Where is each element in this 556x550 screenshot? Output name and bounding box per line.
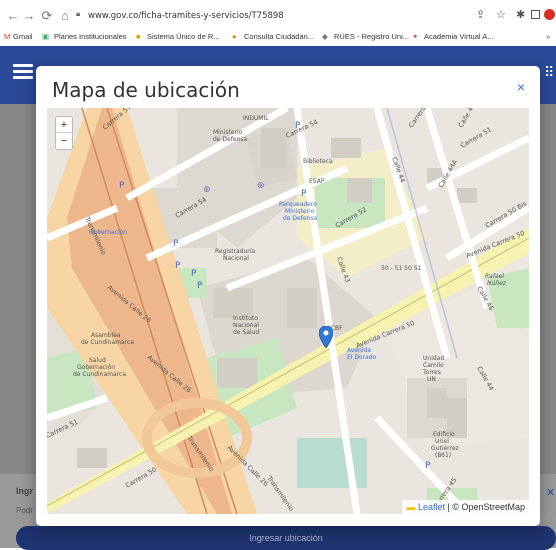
svg-text:Salud: Salud — [89, 357, 106, 364]
svg-text:(861): (861) — [435, 452, 451, 459]
gmail-icon: M — [4, 32, 11, 41]
svg-text:Gobernación: Gobernación — [89, 229, 127, 236]
address-bar[interactable]: www.gov.co/ficha-tramites-y-servicios/T7… — [88, 11, 284, 21]
field-label: Ingr — [16, 486, 33, 496]
svg-text:Camilo: Camilo — [423, 362, 444, 369]
svg-text:Rafael: Rafael — [485, 273, 504, 280]
forward-icon[interactable]: → — [22, 9, 36, 23]
svg-text:Edificio: Edificio — [433, 431, 455, 438]
svg-text:Ministerio: Ministerio — [213, 129, 243, 136]
star-icon[interactable]: ☆ — [496, 8, 506, 21]
svg-text:Registraduría: Registraduría — [215, 248, 255, 255]
browser-toolbar: ← → ⟳ ⌂ 🔒︎ www.gov.co/ficha-tramites-y-s… — [0, 0, 556, 34]
submit-location-button[interactable]: Ingresar ubicación — [16, 526, 556, 550]
leaflet-link[interactable]: Leaflet — [418, 502, 445, 512]
map-attribution: ▬ Leaflet | © OpenStreetMap — [402, 500, 529, 514]
reload-icon[interactable]: ⟳ — [40, 9, 54, 23]
bookmark-academia[interactable]: Academia Virtual A... — [424, 32, 493, 41]
svg-text:P: P — [175, 261, 181, 271]
bookmark-consulta[interactable]: Consulta Ciudadan... — [244, 32, 314, 41]
svg-text:P: P — [301, 189, 307, 199]
zoom-in-button[interactable]: + — [56, 117, 72, 133]
svg-text:Nacional: Nacional — [223, 255, 249, 262]
sidebar-icon[interactable] — [531, 10, 540, 19]
svg-text:Torres: Torres — [422, 369, 441, 376]
svg-text:⊕: ⊕ — [257, 181, 265, 191]
bookmark-icon: ◆ — [322, 32, 328, 41]
svg-text:P: P — [173, 239, 179, 249]
svg-text:Instituto: Instituto — [233, 315, 258, 322]
close-icon[interactable]: × — [517, 79, 525, 95]
svg-text:Parqueadero: Parqueadero — [279, 201, 317, 208]
svg-text:Uriel: Uriel — [435, 438, 449, 445]
field-hint: Podr — [16, 506, 33, 515]
modal-title: Mapa de ubicación — [52, 78, 240, 102]
bookmarks-bar: M Gmail ▣ Planes Institucionales ■ Siste… — [0, 30, 556, 46]
svg-text:UN: UN — [427, 376, 436, 383]
svg-text:de Cundinamarca: de Cundinamarca — [73, 371, 126, 378]
svg-text:de Defensa: de Defensa — [213, 136, 247, 143]
svg-text:Biblioteca: Biblioteca — [303, 158, 333, 165]
svg-text:⊕: ⊕ — [203, 185, 211, 195]
more-bookmarks-icon[interactable]: » — [546, 32, 550, 41]
svg-text:de Defensa: de Defensa — [283, 215, 317, 222]
extensions-icon[interactable]: ✱ — [516, 8, 525, 21]
close-icon[interactable]: ✕ — [546, 486, 555, 499]
profile-avatar[interactable] — [544, 9, 555, 20]
zoom-out-button[interactable]: − — [56, 133, 72, 149]
apps-grid-icon[interactable]: ⠿ — [544, 64, 554, 81]
svg-text:50 - 51 50 51: 50 - 51 50 51 — [381, 265, 422, 272]
svg-text:Asamblea: Asamblea — [91, 332, 121, 339]
svg-text:P: P — [191, 269, 197, 279]
svg-text:El Dorado: El Dorado — [347, 354, 377, 361]
svg-text:Núñez: Núñez — [487, 280, 507, 287]
bookmark-icon: ✦ — [412, 32, 419, 41]
svg-text:P: P — [425, 461, 431, 471]
bookmark-icon: ● — [232, 32, 237, 41]
svg-text:Nacional: Nacional — [233, 322, 259, 329]
svg-text:Unidad: Unidad — [423, 355, 444, 362]
svg-text:P: P — [119, 181, 125, 191]
bookmark-gmail[interactable]: Gmail — [13, 32, 33, 41]
svg-text:Gobernación: Gobernación — [77, 364, 115, 371]
map-view[interactable]: + − Carrera 57 Carrera 54 Carrera 54 Car… — [47, 108, 529, 514]
svg-text:INDUMIL: INDUMIL — [243, 115, 269, 122]
osm-attribution[interactable]: | © OpenStreetMap — [447, 502, 525, 512]
home-icon[interactable]: ⌂ — [58, 9, 72, 23]
svg-text:P: P — [295, 121, 301, 131]
bookmark-rues[interactable]: RUES - Registro Uni... — [334, 32, 409, 41]
bookmark-sistema[interactable]: Sistema Único de R... — [147, 32, 220, 41]
menu-icon[interactable] — [13, 64, 33, 79]
bookmark-planes[interactable]: Planes Institucionales — [54, 32, 127, 41]
bookmark-icon: ▣ — [42, 32, 50, 41]
share-icon[interactable]: ⇪ — [476, 8, 485, 21]
location-modal: Mapa de ubicación × + − Carrera 57 Carre… — [36, 66, 540, 526]
svg-text:Ministerio: Ministerio — [285, 208, 315, 215]
back-icon[interactable]: ← — [6, 9, 20, 23]
ukraine-flag-icon: ▬ — [406, 502, 416, 512]
svg-text:Avenida: Avenida — [347, 347, 371, 354]
svg-text:de Cundinamarca: de Cundinamarca — [81, 339, 134, 346]
svg-text:P: P — [197, 281, 203, 291]
zoom-control: + − — [55, 116, 73, 150]
map-tiles: Carrera 57 Carrera 54 Carrera 54 Carrera… — [47, 108, 529, 514]
svg-text:de Salud: de Salud — [233, 329, 259, 336]
svg-text:Gutiérrez: Gutiérrez — [431, 445, 459, 452]
location-pin-icon[interactable] — [319, 326, 333, 348]
lock-icon: 🔒︎ — [76, 9, 81, 18]
svg-text:ESAP: ESAP — [309, 178, 325, 185]
folder-icon: ■ — [136, 32, 141, 41]
